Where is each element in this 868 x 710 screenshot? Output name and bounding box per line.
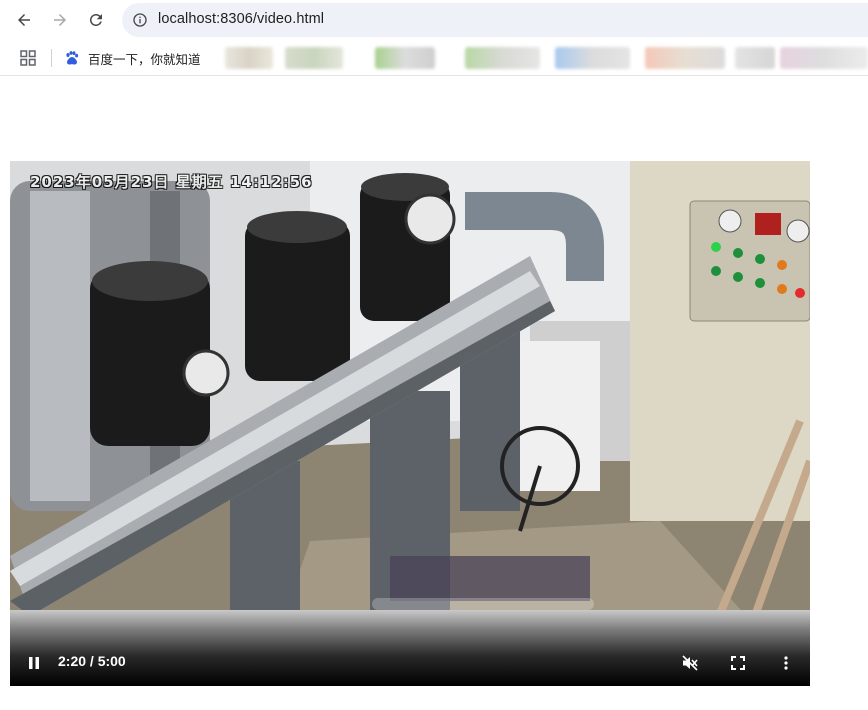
apps-grid-icon[interactable]: [20, 50, 36, 66]
url-text[interactable]: localhost:8306/video.html: [158, 11, 324, 27]
back-button[interactable]: [10, 6, 38, 34]
browser-toolbar: localhost:8306/video.html: [0, 0, 868, 40]
redacted-bookmark[interactable]: [375, 47, 435, 69]
fullscreen-button[interactable]: [728, 653, 748, 673]
camera-timestamp: 2023年05月23日 星期五 14:12:56: [30, 173, 313, 191]
redacted-bookmark[interactable]: [735, 47, 775, 69]
redacted-bookmark[interactable]: [780, 47, 868, 69]
baidu-paw-icon: [66, 51, 79, 65]
redacted-bookmark[interactable]: [645, 47, 725, 69]
redacted-bookmark[interactable]: [225, 47, 273, 69]
address-bar[interactable]: localhost:8306/video.html: [122, 3, 868, 37]
video-player[interactable]: 2023年05月23日 星期五 14:12:56 2:20 / 5:00: [10, 161, 810, 686]
muted-speaker-icon: [682, 655, 698, 671]
bookmark-separator: [51, 49, 52, 67]
redacted-bookmark[interactable]: [555, 47, 630, 69]
video-controls-overlay: [10, 610, 810, 686]
arrow-left-icon: [18, 14, 30, 26]
redacted-bookmark[interactable]: [465, 47, 540, 69]
play-pause-button[interactable]: [24, 653, 44, 673]
fullscreen-icon: [731, 656, 745, 670]
reload-icon: [89, 13, 102, 26]
time-display: 2:20 / 5:00: [58, 653, 126, 669]
progress-bar[interactable]: [372, 598, 594, 610]
pause-icon: [29, 657, 39, 669]
bookmarks-bar: 百度一下，你就知道: [0, 40, 868, 76]
forward-button[interactable]: [46, 6, 74, 34]
reload-button[interactable]: [82, 6, 110, 34]
arrow-right-icon: [54, 14, 66, 26]
mute-button[interactable]: [680, 653, 700, 673]
redacted-bookmark[interactable]: [285, 47, 343, 69]
more-vertical-icon: [784, 656, 788, 670]
bookmark-baidu[interactable]: 百度一下，你就知道: [64, 48, 201, 68]
bookmark-label: 百度一下，你就知道: [88, 52, 201, 67]
more-options-button[interactable]: [776, 653, 796, 673]
site-info-icon[interactable]: [132, 12, 148, 28]
